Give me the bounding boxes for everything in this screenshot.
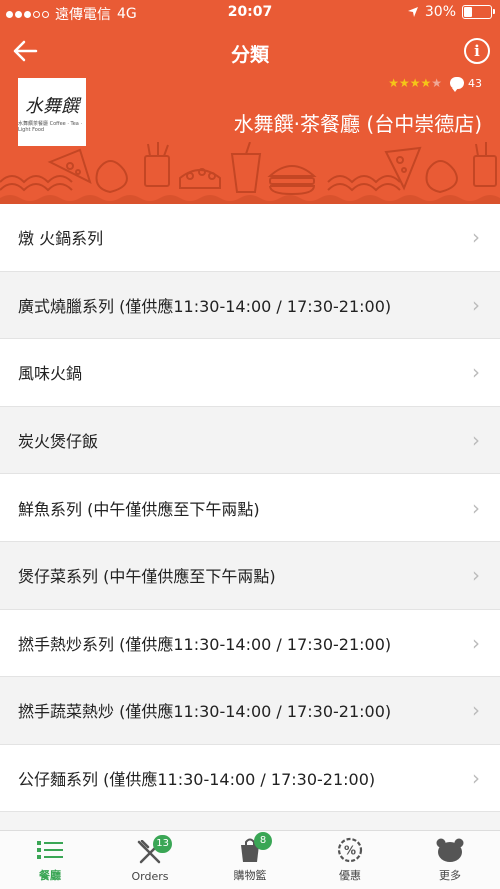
rating-row: ★★★★★ 43 (388, 76, 482, 92)
percent-badge-icon: % (334, 836, 366, 864)
category-item[interactable]: 撚手熱炒系列 (僅供應11:30-14:00 / 17:30-21:00) › (0, 609, 500, 678)
shopping-bag-icon: 8 (234, 832, 272, 864)
category-item[interactable]: 鮮魚系列 (中午僅供應至下午兩點) › (0, 474, 500, 542)
status-right: 30% (407, 4, 495, 20)
category-item[interactable]: 公仔麵系列 (僅供應11:30-14:00 / 17:30-21:00) › (0, 744, 500, 813)
chevron-right-icon: › (472, 495, 480, 520)
chevron-right-icon: › (472, 563, 480, 588)
info-icon: i (474, 42, 480, 60)
chevron-right-icon: › (472, 292, 480, 317)
category-item[interactable]: 炭火煲仔飯 › (0, 406, 500, 475)
chevron-right-icon: › (472, 630, 480, 655)
tab-label: 餐廳 (39, 869, 61, 882)
category-label: 燉 火鍋系列 (18, 229, 104, 249)
category-item[interactable]: 燉 火鍋系列 › (0, 204, 500, 272)
chevron-right-icon: › (472, 225, 480, 250)
tab-label: Orders (131, 870, 169, 883)
category-item[interactable]: 撚手蔬菜熱炒 (僅供應11:30-14:00 / 17:30-21:00) › (0, 677, 500, 745)
tab-label: 優惠 (339, 869, 361, 882)
battery-icon (462, 5, 495, 19)
category-label: 撚手熱炒系列 (僅供應11:30-14:00 / 17:30-21:00) (18, 634, 392, 654)
logo-text: 水舞饌 (25, 95, 79, 117)
tab-basket[interactable]: 8 購物籃 (200, 831, 300, 889)
status-bar: 遠傳電信 4G 20:07 30% (0, 0, 500, 26)
chevron-right-icon: › (472, 428, 480, 453)
tab-label: 購物籃 (233, 869, 267, 882)
bottom-tab-bar: 餐廳 13 Orders 8 購物籃 % 優惠 更多 (0, 830, 500, 889)
page-title: 分類 (230, 44, 269, 66)
tab-restaurant[interactable]: 餐廳 (0, 831, 100, 889)
info-button[interactable]: i (464, 38, 490, 64)
logo-subtext: 水舞饌茶餐廳 Coffee · Tea · Light Food (18, 120, 83, 133)
category-item[interactable]: 廣式燒臘系列 (僅供應11:30-14:00 / 17:30-21:00) › (0, 271, 500, 340)
category-label: 廣式燒臘系列 (僅供應11:30-14:00 / 17:30-21:00) (18, 296, 392, 316)
location-arrow-icon (407, 7, 418, 17)
tab-orders[interactable]: 13 Orders (100, 831, 200, 889)
svg-text:%: % (344, 844, 356, 858)
category-item[interactable]: 風味火鍋 › (0, 339, 500, 407)
category-label: 煲仔菜系列 (中午僅供應至下午兩點) (18, 567, 276, 587)
category-label: 炭火煲仔飯 (18, 432, 99, 452)
review-count-badge[interactable]: 43 (450, 76, 482, 92)
food-illustration-banner (0, 142, 500, 204)
fork-knife-icon: 13 (134, 835, 172, 867)
category-label: 公仔麵系列 (僅供應11:30-14:00 / 17:30-21:00) (18, 770, 376, 790)
tab-deals[interactable]: % 優惠 (300, 831, 400, 889)
chevron-right-icon: › (472, 698, 480, 723)
tab-more[interactable]: 更多 (400, 831, 500, 889)
star-rating: ★★★★★ (388, 76, 442, 90)
category-item[interactable]: 煲仔菜系列 (中午僅供應至下午兩點) › (0, 541, 500, 610)
category-label: 撚手蔬菜熱炒 (僅供應11:30-14:00 / 17:30-21:00) (18, 702, 392, 722)
bear-icon (434, 836, 466, 864)
restaurant-name: 水舞饌‧茶餐廳 (台中崇德店) (233, 112, 482, 136)
chevron-right-icon: › (472, 360, 480, 385)
speech-bubble-icon (450, 77, 464, 92)
category-label: 鮮魚系列 (中午僅供應至下午兩點) (18, 499, 260, 519)
category-list: 燉 火鍋系列 › 廣式燒臘系列 (僅供應11:30-14:00 / 17:30-… (0, 204, 500, 813)
category-label: 風味火鍋 (18, 364, 83, 384)
restaurant-header: 分類 i 水舞饌 水舞饌茶餐廳 Coffee · Tea · Light Foo… (0, 26, 500, 204)
list-icon (34, 836, 66, 864)
chevron-right-icon: › (472, 766, 480, 791)
restaurant-logo: 水舞饌 水舞饌茶餐廳 Coffee · Tea · Light Food (18, 78, 86, 146)
orders-badge: 13 (153, 835, 172, 853)
tab-label: 更多 (439, 869, 461, 882)
basket-badge: 8 (254, 832, 272, 850)
battery-percent: 30% (424, 4, 456, 20)
review-count: 43 (468, 76, 482, 90)
